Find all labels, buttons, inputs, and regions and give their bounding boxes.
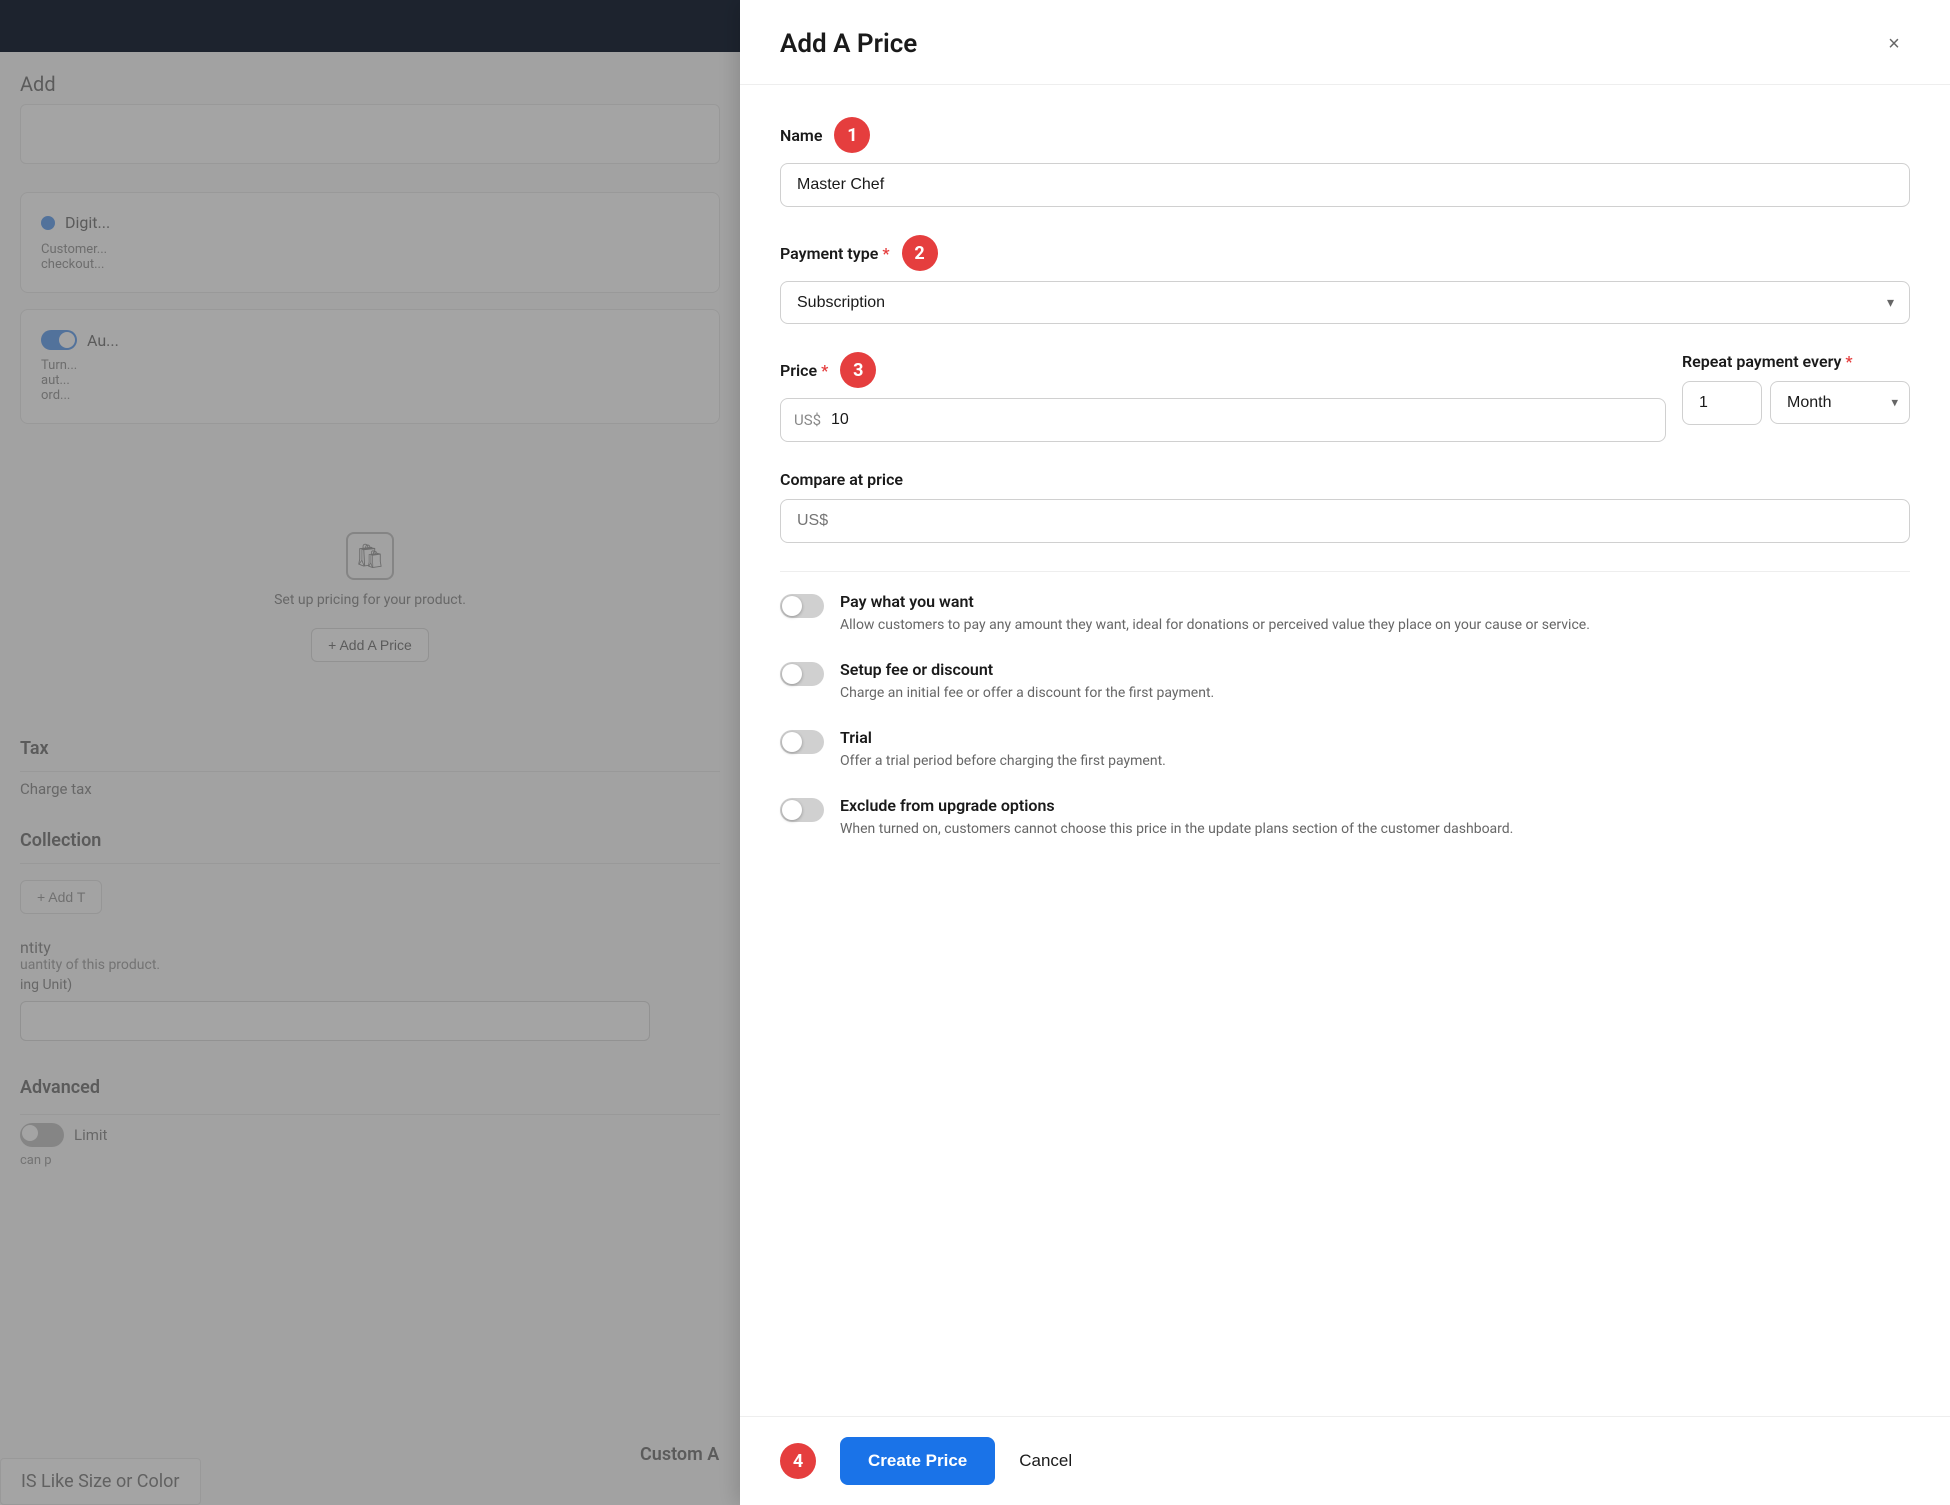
price-input[interactable] <box>780 398 1666 442</box>
repeat-period-wrapper: Month Day Week Year ▾ <box>1770 381 1910 425</box>
required-star-payment: * <box>882 244 889 263</box>
toggle-exclude-switch[interactable] <box>780 798 824 822</box>
toggle-pay-switch[interactable] <box>780 594 824 618</box>
dialog-body: Name 1 Payment type * 2 Subscription One… <box>740 85 1950 1416</box>
price-section: Price * 3 US$ Repeat payment every * <box>780 352 1910 442</box>
toggle-setup-fee: Setup fee or discount Charge an initial … <box>780 660 1910 704</box>
divider <box>780 571 1910 572</box>
required-star-repeat: * <box>1845 352 1852 371</box>
price-field: Price * 3 US$ <box>780 352 1666 442</box>
toggle-trial-desc: Offer a trial period before charging the… <box>840 751 1166 772</box>
name-section: Name 1 <box>780 117 1910 207</box>
toggle-pay-content: Pay what you want Allow customers to pay… <box>840 592 1590 636</box>
toggle-exclude-upgrade: Exclude from upgrade options When turned… <box>780 796 1910 840</box>
payment-type-select[interactable]: Subscription One-time <box>780 281 1910 324</box>
toggle-setup-thumb <box>782 664 802 684</box>
step-4-badge: 4 <box>780 1443 816 1479</box>
repeat-label: Repeat payment every * <box>1682 352 1910 371</box>
toggle-setup-switch[interactable] <box>780 662 824 686</box>
toggle-setup-content: Setup fee or discount Charge an initial … <box>840 660 1214 704</box>
create-price-button[interactable]: Create Price <box>840 1437 995 1485</box>
price-label: Price * 3 <box>780 352 1666 388</box>
toggle-exclude-desc: When turned on, customers cannot choose … <box>840 819 1513 840</box>
toggle-trial: Trial Offer a trial period before chargi… <box>780 728 1910 772</box>
compare-at-label: Compare at price <box>780 470 1910 489</box>
name-input[interactable] <box>780 163 1910 207</box>
add-price-dialog: Add A Price × Name 1 Payment type * 2 Su… <box>740 0 1950 1505</box>
price-input-wrapper: US$ <box>780 398 1666 442</box>
toggle-exclude-title: Exclude from upgrade options <box>840 796 1513 815</box>
toggle-trial-thumb <box>782 732 802 752</box>
toggle-pay-desc: Allow customers to pay any amount they w… <box>840 615 1590 636</box>
toggle-exclude-content: Exclude from upgrade options When turned… <box>840 796 1513 840</box>
toggle-trial-title: Trial <box>840 728 1166 747</box>
toggle-pay-title: Pay what you want <box>840 592 1590 611</box>
step-2-badge: 2 <box>902 235 938 271</box>
toggle-trial-content: Trial Offer a trial period before chargi… <box>840 728 1166 772</box>
dialog-header: Add A Price × <box>740 0 1950 85</box>
dialog-footer: 4 Create Price Cancel <box>740 1416 1950 1505</box>
cancel-button[interactable]: Cancel <box>1011 1437 1080 1485</box>
compare-at-section: Compare at price <box>780 470 1910 543</box>
toggle-options: Pay what you want Allow customers to pay… <box>780 592 1910 840</box>
toggle-exclude-thumb <box>782 800 802 820</box>
toggle-setup-desc: Charge an initial fee or offer a discoun… <box>840 683 1214 704</box>
payment-type-section: Payment type * 2 Subscription One-time ▾ <box>780 235 1910 324</box>
repeat-field: Repeat payment every * Month Day Week Ye… <box>1682 352 1910 425</box>
price-row: Price * 3 US$ Repeat payment every * <box>780 352 1910 442</box>
dialog-overlay <box>0 0 740 1505</box>
toggle-setup-title: Setup fee or discount <box>840 660 1214 679</box>
compare-at-input[interactable] <box>780 499 1910 543</box>
repeat-number-input[interactable] <box>1682 381 1762 425</box>
toggle-trial-switch[interactable] <box>780 730 824 754</box>
payment-type-label: Payment type * 2 <box>780 235 1910 271</box>
currency-prefix: US$ <box>794 411 821 429</box>
repeat-inputs: Month Day Week Year ▾ <box>1682 381 1910 425</box>
repeat-period-select[interactable]: Month Day Week Year <box>1770 381 1910 424</box>
name-label: Name 1 <box>780 117 1910 153</box>
close-button[interactable]: × <box>1878 28 1910 60</box>
toggle-pay-what-you-want: Pay what you want Allow customers to pay… <box>780 592 1910 636</box>
payment-type-wrapper: Subscription One-time ▾ <box>780 281 1910 324</box>
required-star-price: * <box>821 361 828 380</box>
step-3-badge: 3 <box>840 352 876 388</box>
toggle-pay-thumb <box>782 596 802 616</box>
step-1-badge: 1 <box>834 117 870 153</box>
dialog-title: Add A Price <box>780 29 917 59</box>
